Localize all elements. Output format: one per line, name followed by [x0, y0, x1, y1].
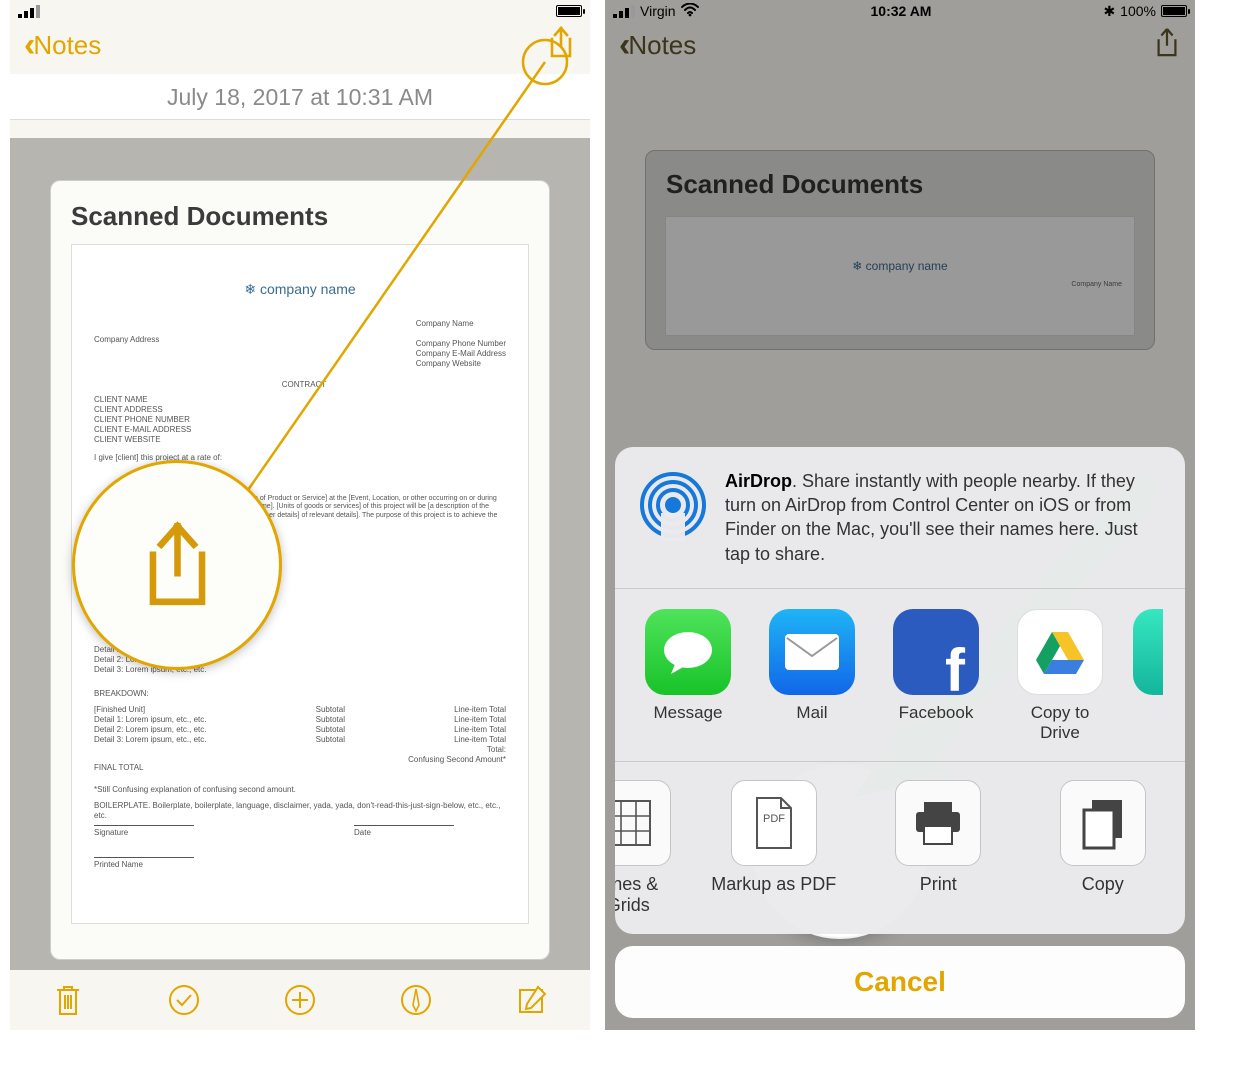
airdrop-text: AirDrop. Share instantly with people nea…: [725, 469, 1163, 566]
action-copy[interactable]: Copy: [1039, 780, 1167, 916]
right-phone-screenshot: Virgin 10:32 AM ✱ 100% ‹ Notes Scanned: [605, 0, 1195, 1030]
copy-icon: [1060, 780, 1146, 866]
compose-icon[interactable]: [514, 982, 550, 1018]
share-app-facebook[interactable]: Facebook: [885, 609, 987, 743]
share-sheet: AirDrop. Share instantly with people nea…: [615, 447, 1185, 1018]
printer-icon: [895, 780, 981, 866]
add-icon[interactable]: [282, 982, 318, 1018]
drive-icon: [1017, 609, 1103, 695]
doc-logo: ❄ company name: [244, 281, 355, 298]
share-apps-row: Message Mail Facebook: [615, 589, 1185, 762]
share-app-message[interactable]: Message: [637, 609, 739, 743]
action-lines-grids[interactable]: Lines & Grids: [615, 780, 673, 916]
left-phone-screenshot: ‹ Notes July 18, 2017 at 10:31 AM Scanne…: [10, 0, 590, 1030]
share-app-drive[interactable]: Copy to Drive: [1009, 609, 1111, 743]
signal-icon: [18, 5, 40, 18]
cancel-button[interactable]: Cancel: [615, 946, 1185, 1018]
nav-bar: ‹ Notes: [10, 16, 590, 74]
airdrop-icon: [637, 469, 709, 541]
message-icon: [645, 609, 731, 695]
svg-text:PDF: PDF: [763, 813, 785, 825]
back-label: Notes: [628, 30, 696, 61]
status-bar: [10, 0, 590, 16]
battery-icon: [556, 5, 582, 17]
back-button[interactable]: ‹ Notes: [619, 26, 696, 65]
grid-icon: [615, 780, 671, 866]
share-app-mail[interactable]: Mail: [761, 609, 863, 743]
check-icon[interactable]: [166, 982, 202, 1018]
draw-icon[interactable]: [398, 982, 434, 1018]
back-label: Notes: [33, 30, 101, 61]
nav-bar: ‹ Notes: [605, 16, 1195, 74]
share-icon-magnified: [72, 460, 282, 670]
back-button[interactable]: ‹ Notes: [24, 26, 101, 65]
share-button[interactable]: [1153, 27, 1181, 64]
document-preview: ❄ company name Company Name: [665, 216, 1135, 336]
status-bar: Virgin 10:32 AM ✱ 100%: [605, 0, 1195, 16]
action-print[interactable]: Print: [874, 780, 1002, 916]
facebook-icon: [893, 609, 979, 695]
bottom-toolbar: [10, 970, 590, 1030]
mail-icon: [769, 609, 855, 695]
trash-icon[interactable]: [50, 982, 86, 1018]
share-actions-row: Lines & Grids PDF Markup as PDF Print: [615, 762, 1185, 934]
share-button[interactable]: [546, 26, 576, 65]
card-title: Scanned Documents: [71, 201, 529, 232]
action-markup-pdf[interactable]: PDF Markup as PDF: [710, 780, 838, 916]
note-timestamp: July 18, 2017 at 10:31 AM: [10, 74, 590, 120]
share-app-more[interactable]: [1133, 609, 1163, 743]
card-title: Scanned Documents: [666, 169, 1134, 200]
pdf-document-icon: PDF: [731, 780, 817, 866]
airdrop-row[interactable]: AirDrop. Share instantly with people nea…: [615, 447, 1185, 589]
